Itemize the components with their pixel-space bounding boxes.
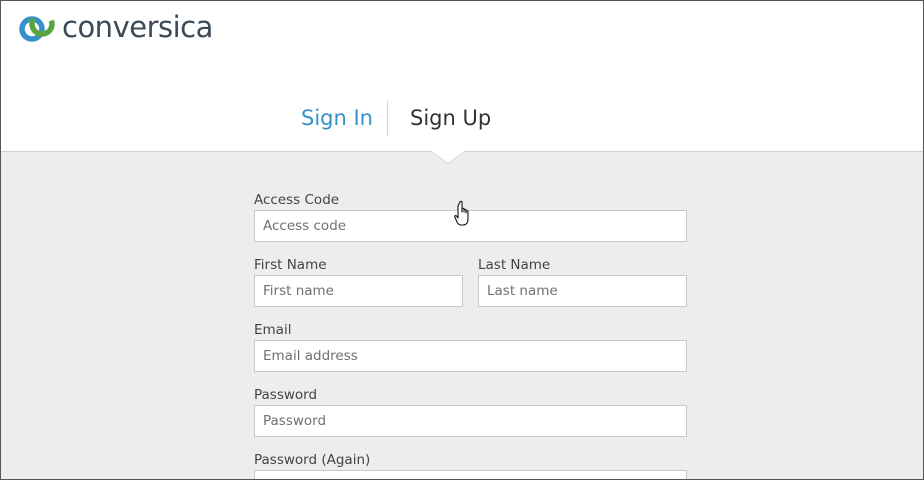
conversica-logo-icon bbox=[19, 11, 55, 42]
tab-sign-up[interactable]: Sign Up bbox=[410, 101, 491, 135]
password-again-label: Password (Again) bbox=[254, 452, 371, 468]
first-name-input[interactable] bbox=[254, 275, 463, 307]
access-code-label: Access Code bbox=[254, 192, 340, 208]
password-again-input[interactable] bbox=[254, 470, 687, 479]
header: conversica Sign In Sign Up bbox=[1, 1, 923, 151]
hand-pointer-icon bbox=[454, 200, 469, 226]
last-name-label: Last Name bbox=[478, 257, 551, 273]
first-name-label: First Name bbox=[254, 257, 327, 273]
last-name-input[interactable] bbox=[478, 275, 687, 307]
password-input[interactable] bbox=[254, 405, 687, 437]
auth-tabs: Sign In Sign Up bbox=[1, 101, 923, 137]
email-label: Email bbox=[254, 322, 292, 338]
brand-name: conversica bbox=[62, 10, 213, 44]
tab-divider bbox=[387, 101, 388, 136]
app-window: conversica Sign In Sign Up Access Code F… bbox=[0, 0, 924, 480]
tab-sign-in[interactable]: Sign In bbox=[301, 101, 373, 135]
active-tab-caret bbox=[431, 151, 465, 163]
password-label: Password bbox=[254, 387, 318, 403]
brand-logo[interactable]: conversica bbox=[18, 9, 213, 45]
email-input[interactable] bbox=[254, 340, 687, 372]
